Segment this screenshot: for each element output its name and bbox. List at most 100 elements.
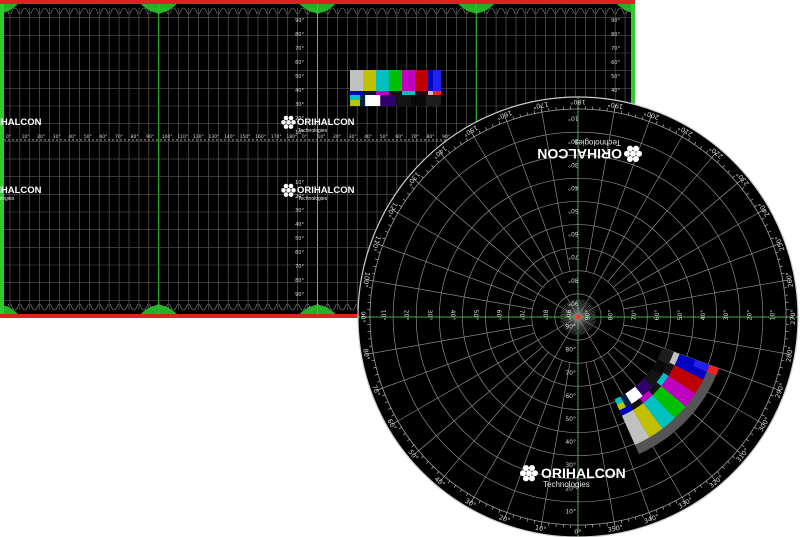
dome-azimuth-label: 270°	[789, 309, 797, 325]
edge-band-top	[0, 0, 635, 4]
dome-radial-label: 60°	[654, 310, 661, 321]
dome-radial-label: 70°	[631, 310, 638, 321]
azimuth-label: 150°	[240, 134, 251, 140]
dome-radial-label: 10°	[565, 508, 576, 515]
brand-name: ORIHALCON	[537, 146, 622, 162]
brand-tagline: Technologies	[298, 128, 328, 134]
azimuth-label: 30°	[53, 134, 61, 140]
dome-azimuth-label: 180°	[570, 98, 586, 106]
elevation-label: 90°	[295, 18, 304, 24]
color-bar	[376, 70, 389, 91]
color-bar	[350, 70, 363, 91]
elevation-label: 50°	[295, 236, 304, 242]
color-bar	[415, 70, 428, 91]
color-swatch	[433, 91, 441, 95]
dome-radial-label: 50°	[568, 207, 579, 214]
color-bar-mid	[402, 91, 415, 95]
color-bar	[363, 70, 376, 91]
elevation-label: 90°	[611, 18, 620, 24]
elevation-label: 30°	[295, 208, 304, 214]
dome-radial-label: 20°	[403, 310, 410, 321]
elevation-label: 70°	[295, 264, 304, 270]
azimuth-label: 20°	[37, 134, 45, 140]
elevation-label: 80°	[295, 278, 304, 284]
brand-name: ORIHALCON	[297, 185, 355, 196]
brand-logo-left-top: ORIHALCON	[0, 117, 42, 128]
azimuth-label: 20°	[333, 134, 341, 140]
dome-radial-label: 10°	[769, 310, 776, 321]
elevation-label: 40°	[295, 88, 304, 94]
dome-radial-label: 70°	[568, 253, 579, 260]
dome-azimuth-label: 90°	[359, 311, 367, 323]
azimuth-label: 130°	[208, 134, 219, 140]
dome-radial-label: 30°	[723, 310, 730, 321]
elevation-label: 60°	[295, 60, 304, 66]
dome-radial-label: 40°	[565, 439, 576, 446]
azimuth-label: 10°	[22, 134, 30, 140]
dome-radial-label: 80°	[608, 310, 615, 321]
color-bar	[402, 70, 415, 91]
dome-radial-label: 40°	[700, 310, 707, 321]
dome-center-marker	[575, 314, 581, 320]
color-bar-mid	[389, 91, 402, 95]
dome-radial-label: 90°	[565, 324, 576, 331]
dome-grid-canvas: 0°10°20°30°40°50°60°70°80°90°100°110°120…	[357, 96, 799, 537]
color-swatch	[433, 70, 441, 91]
dome-radial-label: 40°	[449, 310, 456, 321]
dome-radial-label: 80°	[568, 276, 579, 283]
azimuth-label: 110°	[177, 134, 188, 140]
dome-radial-label: 50°	[677, 310, 684, 321]
azimuth-label: 160°	[255, 134, 266, 140]
dome-radial-label: 50°	[472, 310, 479, 321]
elevation-label: 50°	[295, 74, 304, 80]
color-bar-mid	[376, 91, 389, 95]
brand-tagline: Technologies	[543, 480, 590, 489]
elevation-label: 50°	[611, 74, 620, 80]
brand-tagline: Technologies	[298, 196, 328, 202]
dome-radial-label: 60°	[565, 393, 576, 400]
color-bar	[389, 70, 402, 91]
dome-radial-label: 90°	[568, 299, 579, 306]
brand-tagline: Technologies	[574, 138, 621, 147]
dome-radial-label: 90°	[585, 310, 592, 321]
brand-name: ORIHALCON	[0, 117, 42, 128]
elevation-label: 80°	[295, 32, 304, 38]
elevation-label: 70°	[611, 46, 620, 52]
brand-name: ORIHALCON	[0, 185, 42, 196]
azimuth-label: 0°	[6, 134, 11, 140]
azimuth-label: 40°	[68, 134, 76, 140]
brand-tagline: Technologies	[0, 196, 15, 202]
elevation-label: 80°	[611, 32, 620, 38]
dome-radial-label: 10°	[380, 310, 387, 321]
elevation-label: 90°	[295, 292, 304, 298]
dome-radial-label: 40°	[568, 184, 579, 191]
dome-radial-label: 70°	[518, 310, 525, 321]
azimuth-label: 100°	[162, 134, 173, 140]
elevation-label: 60°	[611, 60, 620, 66]
dome-radial-label: 50°	[565, 416, 576, 423]
dome-radial-label: 80°	[565, 347, 576, 354]
brand-name: ORIHALCON	[541, 465, 626, 481]
dome-azimuth-label: 0°	[574, 528, 581, 536]
azimuth-label: 170°	[271, 134, 282, 140]
dome-radial-label: 10°	[568, 115, 579, 122]
edge-band-left	[0, 4, 4, 314]
dome-radial-label: 70°	[565, 370, 576, 377]
azimuth-label: 70°	[115, 134, 123, 140]
color-bar-mid	[363, 91, 376, 95]
dome-radial-label: 30°	[426, 310, 433, 321]
dome-radial-label: 60°	[568, 230, 579, 237]
elevation-label: 40°	[295, 222, 304, 228]
azimuth-label: 60°	[99, 134, 107, 140]
dome-radial-label: 90°	[564, 310, 571, 321]
azimuth-label: 10°	[318, 134, 326, 140]
dome-projection-test-pattern: 0° 10° 20° 30° 40° 50° 60° 70° 80° 90° 100° 110° 120…	[356, 96, 800, 537]
elevation-label: 40°	[611, 88, 620, 94]
elevation-label: 60°	[295, 250, 304, 256]
elevation-label: 30°	[295, 102, 304, 108]
azimuth-label: 90°	[146, 134, 154, 140]
azimuth-label: 80°	[131, 134, 139, 140]
azimuth-label: 140°	[224, 134, 235, 140]
azimuth-label: 120°	[193, 134, 204, 140]
color-bar-mid	[350, 91, 363, 95]
